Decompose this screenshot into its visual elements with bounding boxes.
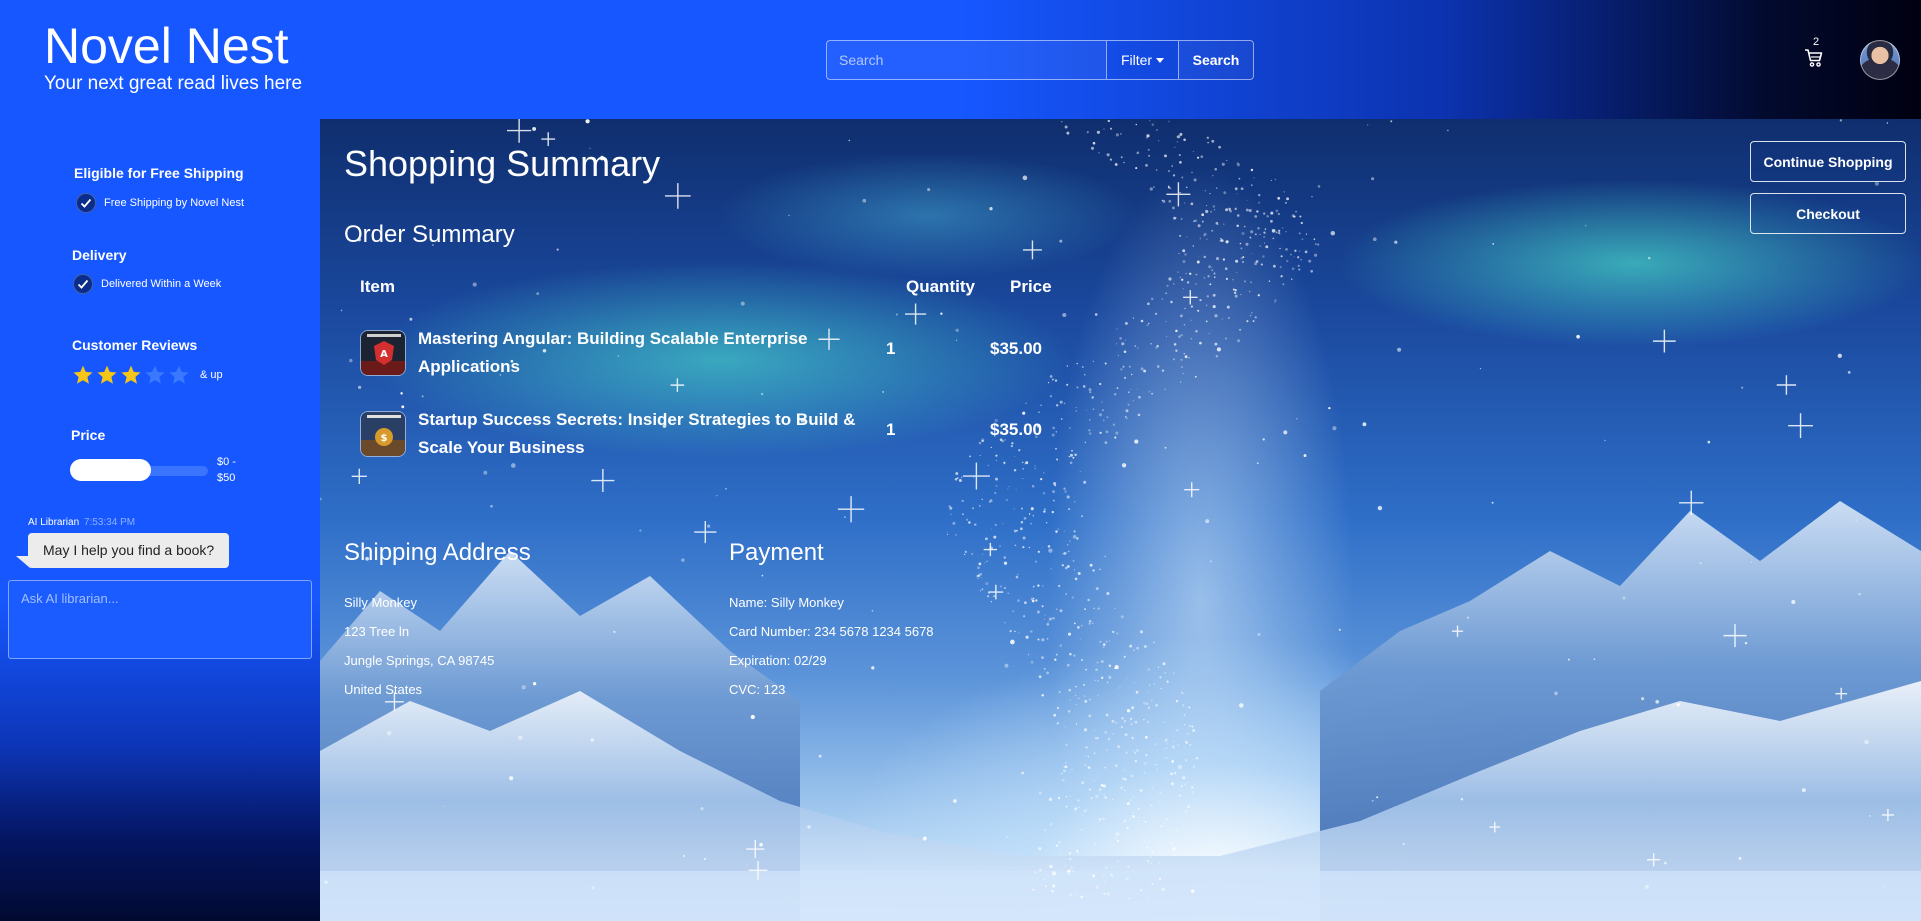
background-sparkles bbox=[320, 119, 1894, 900]
payment-title: Payment bbox=[729, 539, 824, 566]
star-icon[interactable] bbox=[120, 364, 142, 386]
shipping-address-title: Shipping Address bbox=[344, 539, 531, 566]
search-group: Filter Search bbox=[826, 40, 1254, 80]
check-icon bbox=[77, 279, 89, 289]
top-header: Novel Nest Your next great read lives he… bbox=[0, 0, 1921, 119]
free-shipping-option[interactable]: Free Shipping by Novel Nest bbox=[76, 193, 244, 213]
book-price: $35.00 bbox=[990, 420, 1042, 439]
page-title: Shopping Summary bbox=[344, 143, 661, 184]
star-icon[interactable] bbox=[72, 364, 94, 386]
app: Novel Nest Your next great read lives he… bbox=[0, 0, 1921, 921]
delivery-label: Delivered Within a Week bbox=[101, 278, 222, 290]
ai-librarian-input[interactable] bbox=[8, 580, 312, 659]
reviews-and-up: & up bbox=[200, 369, 223, 381]
shopping-summary-main: Shopping Summary Order Summary Item Quan… bbox=[320, 119, 1921, 921]
column-header-price: Price bbox=[1010, 277, 1052, 296]
svg-text:A: A bbox=[380, 349, 388, 360]
book-cover-thumbnail[interactable]: $ bbox=[360, 411, 406, 457]
shipping-line: United States bbox=[344, 682, 423, 697]
book-title[interactable]: Startup Success Secrets: Insider Strateg… bbox=[418, 406, 858, 462]
filter-sidebar: Eligible for Free Shipping Free Shipping… bbox=[0, 119, 320, 921]
checkout-button[interactable]: Checkout bbox=[1750, 193, 1906, 234]
delivery-title: Delivery bbox=[72, 247, 127, 263]
search-button[interactable]: Search bbox=[1178, 41, 1253, 79]
svg-text:$: $ bbox=[381, 433, 388, 444]
order-summary-title: Order Summary bbox=[344, 221, 515, 248]
order-row: $ Startup Success Secrets: Insider Strat… bbox=[344, 402, 1064, 464]
price-slider-handle[interactable] bbox=[70, 459, 152, 481]
continue-shopping-button[interactable]: Continue Shopping bbox=[1750, 141, 1906, 182]
chat-sender: AI Librarian bbox=[28, 517, 80, 528]
chat-timestamp: 7:53:34 PM bbox=[83, 517, 136, 528]
check-icon bbox=[80, 198, 92, 208]
price-slider[interactable] bbox=[70, 459, 208, 481]
brand-title[interactable]: Novel Nest bbox=[44, 18, 302, 74]
cart-icon bbox=[1805, 49, 1823, 67]
delivery-option[interactable]: Delivered Within a Week bbox=[73, 274, 221, 294]
chat-meta: AI Librarian 7:53:34 PM bbox=[28, 517, 135, 528]
star-icon[interactable] bbox=[144, 364, 166, 386]
user-avatar[interactable] bbox=[1860, 40, 1900, 80]
price-title: Price bbox=[71, 427, 106, 443]
free-shipping-label: Free Shipping by Novel Nest bbox=[104, 197, 245, 209]
shipping-line: 123 Tree ln bbox=[344, 624, 410, 639]
cart-count-badge: 2 bbox=[1813, 36, 1820, 48]
book-title[interactable]: Mastering Angular: Building Scalable Ent… bbox=[418, 325, 858, 381]
book-quantity: 1 bbox=[886, 339, 896, 358]
price-range: $0 - $50 bbox=[217, 454, 257, 486]
payment-line: Card Number: 234 5678 1234 5678 bbox=[729, 624, 934, 639]
star-icon[interactable] bbox=[96, 364, 118, 386]
payment-line: Name: Silly Monkey bbox=[729, 595, 844, 610]
shipping-line: Jungle Springs, CA 98745 bbox=[344, 653, 495, 668]
column-header-item: Item bbox=[360, 277, 395, 296]
star-icon[interactable] bbox=[168, 364, 190, 386]
payment-line: CVC: 123 bbox=[729, 682, 786, 697]
search-input[interactable] bbox=[827, 41, 1106, 79]
star-rating[interactable]: & up bbox=[72, 364, 223, 386]
free-shipping-checkbox[interactable] bbox=[76, 193, 96, 213]
chat-message: May I help you find a book? bbox=[28, 533, 230, 568]
book-cover-thumbnail[interactable]: A bbox=[360, 330, 406, 376]
column-header-quantity: Quantity bbox=[906, 277, 975, 296]
book-quantity: 1 bbox=[886, 420, 896, 439]
order-row: A Mastering Angular: Building Scalable E… bbox=[344, 321, 1064, 383]
book-price: $35.00 bbox=[990, 339, 1042, 358]
reviews-title: Customer Reviews bbox=[72, 337, 198, 353]
brand[interactable]: Novel Nest Your next great read lives he… bbox=[44, 18, 302, 96]
price-range-from: $0 - bbox=[217, 456, 236, 468]
shipping-line: Silly Monkey bbox=[344, 595, 417, 610]
payment-line: Expiration: 02/29 bbox=[729, 653, 827, 668]
free-shipping-title: Eligible for Free Shipping bbox=[74, 165, 244, 181]
filter-dropdown-button[interactable]: Filter bbox=[1106, 41, 1178, 79]
filter-label: Filter bbox=[1120, 52, 1153, 68]
price-range-to: $50 bbox=[217, 472, 236, 484]
cart-button[interactable]: 2 bbox=[1804, 36, 1830, 70]
brand-tagline: Your next great read lives here bbox=[44, 73, 303, 94]
delivery-checkbox[interactable] bbox=[73, 274, 93, 294]
caret-down-icon bbox=[1156, 57, 1165, 63]
